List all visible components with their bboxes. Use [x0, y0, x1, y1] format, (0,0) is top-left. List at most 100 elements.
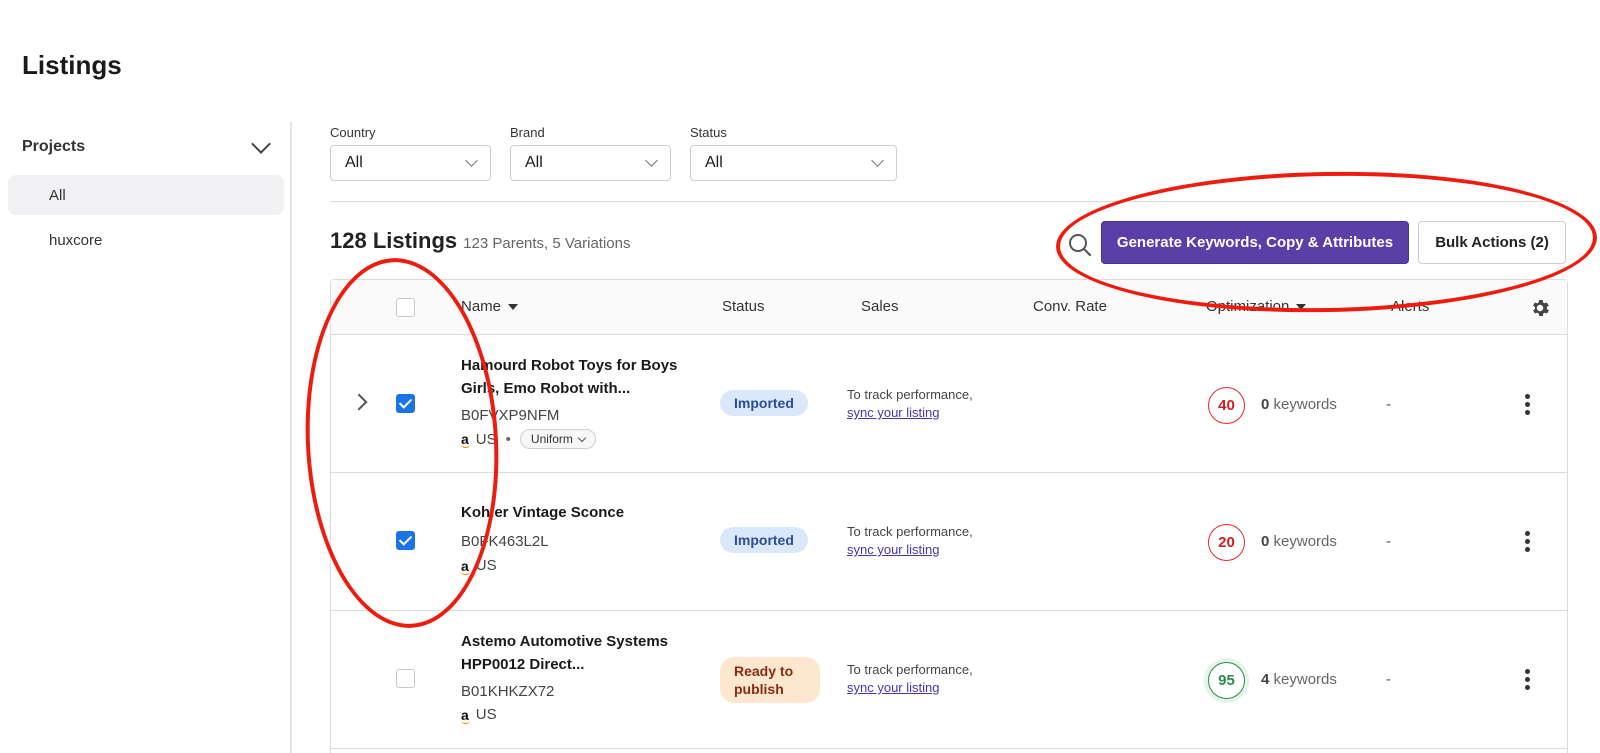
optimization-score: 20: [1208, 524, 1245, 561]
sync-listing-link[interactable]: sync your listing: [847, 679, 973, 697]
optimization-score: 40: [1208, 387, 1245, 424]
product-marketplace: a US: [461, 557, 497, 575]
product-marketplace: a US: [461, 706, 497, 724]
listings-breakdown: 123 Parents, 5 Variations: [463, 235, 631, 252]
sales-tracking-note: To track performance, sync your listing: [847, 661, 973, 697]
row-checkbox[interactable]: [396, 394, 415, 413]
sidebar-item-label: huxcore: [49, 231, 103, 249]
amazon-icon: a: [461, 557, 470, 575]
optimization-score: 95: [1208, 662, 1245, 699]
sidebar-item-huxcore[interactable]: huxcore: [8, 220, 284, 260]
keywords-number: 4: [1261, 671, 1270, 688]
sidebar: Projects All huxcore: [0, 122, 292, 753]
status-select-value: All: [705, 154, 723, 171]
alerts-value: -: [1386, 533, 1391, 550]
brand-filter: Brand All: [510, 125, 671, 181]
search-icon[interactable]: [1067, 232, 1093, 258]
more-options-icon[interactable]: [1525, 669, 1531, 691]
column-header-status: Status: [722, 298, 765, 315]
row-checkbox[interactable]: [396, 531, 415, 550]
product-asin: B0FVXP9NFM: [461, 407, 560, 424]
sort-down-icon: [508, 304, 519, 311]
product-marketplace: a US • Uniform: [461, 429, 596, 449]
column-header-optimization[interactable]: Optimization: [1206, 298, 1307, 315]
chevron-down-icon: [645, 154, 658, 167]
product-name[interactable]: Astemo Automotive Systems HPP0012 Direct…: [461, 630, 681, 676]
variant-dropdown[interactable]: Uniform: [519, 429, 596, 449]
table-header: Name Status Sales Conv. Rate Optimizatio…: [331, 280, 1567, 335]
marketplace-label: US: [475, 706, 497, 723]
country-select[interactable]: All: [330, 145, 491, 181]
status-badge: Imported: [720, 527, 808, 553]
sidebar-item-all[interactable]: All: [8, 175, 284, 215]
variant-label: Uniform: [530, 432, 573, 446]
marketplace-label: US: [475, 430, 497, 448]
amazon-icon: a: [461, 431, 470, 448]
more-options-icon[interactable]: [1525, 394, 1531, 416]
listings-summary: 128 Listings 123 Parents, 5 Variations: [330, 228, 630, 254]
keywords-label: keywords: [1273, 671, 1337, 688]
divider: [330, 201, 1568, 202]
product-name[interactable]: Kohler Vintage Sconce: [461, 501, 681, 524]
column-header-name[interactable]: Name: [461, 298, 519, 315]
tracking-text: To track performance,: [847, 524, 973, 539]
page-title: Listings: [22, 50, 122, 80]
table-row: Hamourd Robot Toys for Boys Girls, Emo R…: [331, 335, 1567, 473]
sales-tracking-note: To track performance, sync your listing: [847, 386, 973, 422]
keywords-count: 0 keywords: [1261, 396, 1337, 413]
column-header-conv-rate: Conv. Rate: [1033, 298, 1107, 315]
projects-toggle[interactable]: Projects: [22, 132, 272, 162]
country-filter-label: Country: [330, 125, 376, 140]
column-header-name-label: Name: [461, 298, 502, 315]
chevron-down-icon: [251, 134, 271, 154]
column-header-optimization-label: Optimization: [1206, 298, 1290, 315]
status-badge: Imported: [720, 390, 808, 416]
more-options-icon[interactable]: [1525, 531, 1531, 553]
status-badge: Ready to publish: [720, 657, 820, 703]
tracking-text: To track performance,: [847, 662, 973, 677]
listings-table: Name Status Sales Conv. Rate Optimizatio…: [330, 279, 1568, 753]
bulk-actions-button[interactable]: Bulk Actions (2): [1418, 221, 1566, 264]
column-header-alerts: Alerts: [1391, 298, 1430, 315]
status-filter: Status All: [690, 125, 897, 181]
keywords-number: 0: [1261, 533, 1270, 550]
projects-label: Projects: [22, 138, 86, 155]
row-checkbox[interactable]: [396, 669, 415, 688]
status-select[interactable]: All: [690, 145, 897, 181]
chevron-down-icon: [871, 154, 884, 167]
keywords-count: 4 keywords: [1261, 671, 1337, 688]
product-asin: B01KHKZX72: [461, 683, 555, 700]
tracking-text: To track performance,: [847, 387, 973, 402]
keywords-label: keywords: [1273, 396, 1337, 413]
product-name[interactable]: Hamourd Robot Toys for Boys Girls, Emo R…: [461, 354, 681, 400]
gear-icon[interactable]: [1529, 297, 1551, 319]
separator-dot: •: [505, 430, 511, 448]
brand-select[interactable]: All: [510, 145, 671, 181]
keywords-count: 0 keywords: [1261, 533, 1337, 550]
table-row: Kohler Vintage Sconce B0FK463L2L a US Im…: [331, 473, 1567, 611]
country-filter: Country All: [330, 125, 491, 181]
generate-keywords-button[interactable]: Generate Keywords, Copy & Attributes: [1101, 221, 1409, 264]
keywords-number: 0: [1261, 396, 1270, 413]
select-all-checkbox[interactable]: [396, 298, 415, 317]
sync-listing-link[interactable]: sync your listing: [847, 404, 973, 422]
country-select-value: All: [345, 154, 363, 171]
sales-tracking-note: To track performance, sync your listing: [847, 523, 973, 559]
marketplace-label: US: [475, 557, 497, 574]
chevron-down-icon: [465, 154, 478, 167]
sidebar-item-label: All: [49, 186, 66, 204]
listings-count: 128 Listings: [330, 228, 458, 253]
amazon-icon: a: [461, 706, 470, 724]
column-header-sales: Sales: [861, 298, 899, 315]
chevron-down-icon: [577, 433, 587, 442]
brand-filter-label: Brand: [510, 125, 545, 140]
chevron-right-icon[interactable]: [350, 393, 368, 411]
status-filter-label: Status: [690, 125, 727, 140]
sync-listing-link[interactable]: sync your listing: [847, 541, 973, 559]
sort-down-icon: [1296, 304, 1307, 311]
keywords-label: keywords: [1273, 533, 1337, 550]
alerts-value: -: [1386, 396, 1391, 413]
brand-select-value: All: [525, 154, 543, 171]
table-row: Astemo Automotive Systems HPP0012 Direct…: [331, 611, 1567, 749]
alerts-value: -: [1386, 671, 1391, 688]
